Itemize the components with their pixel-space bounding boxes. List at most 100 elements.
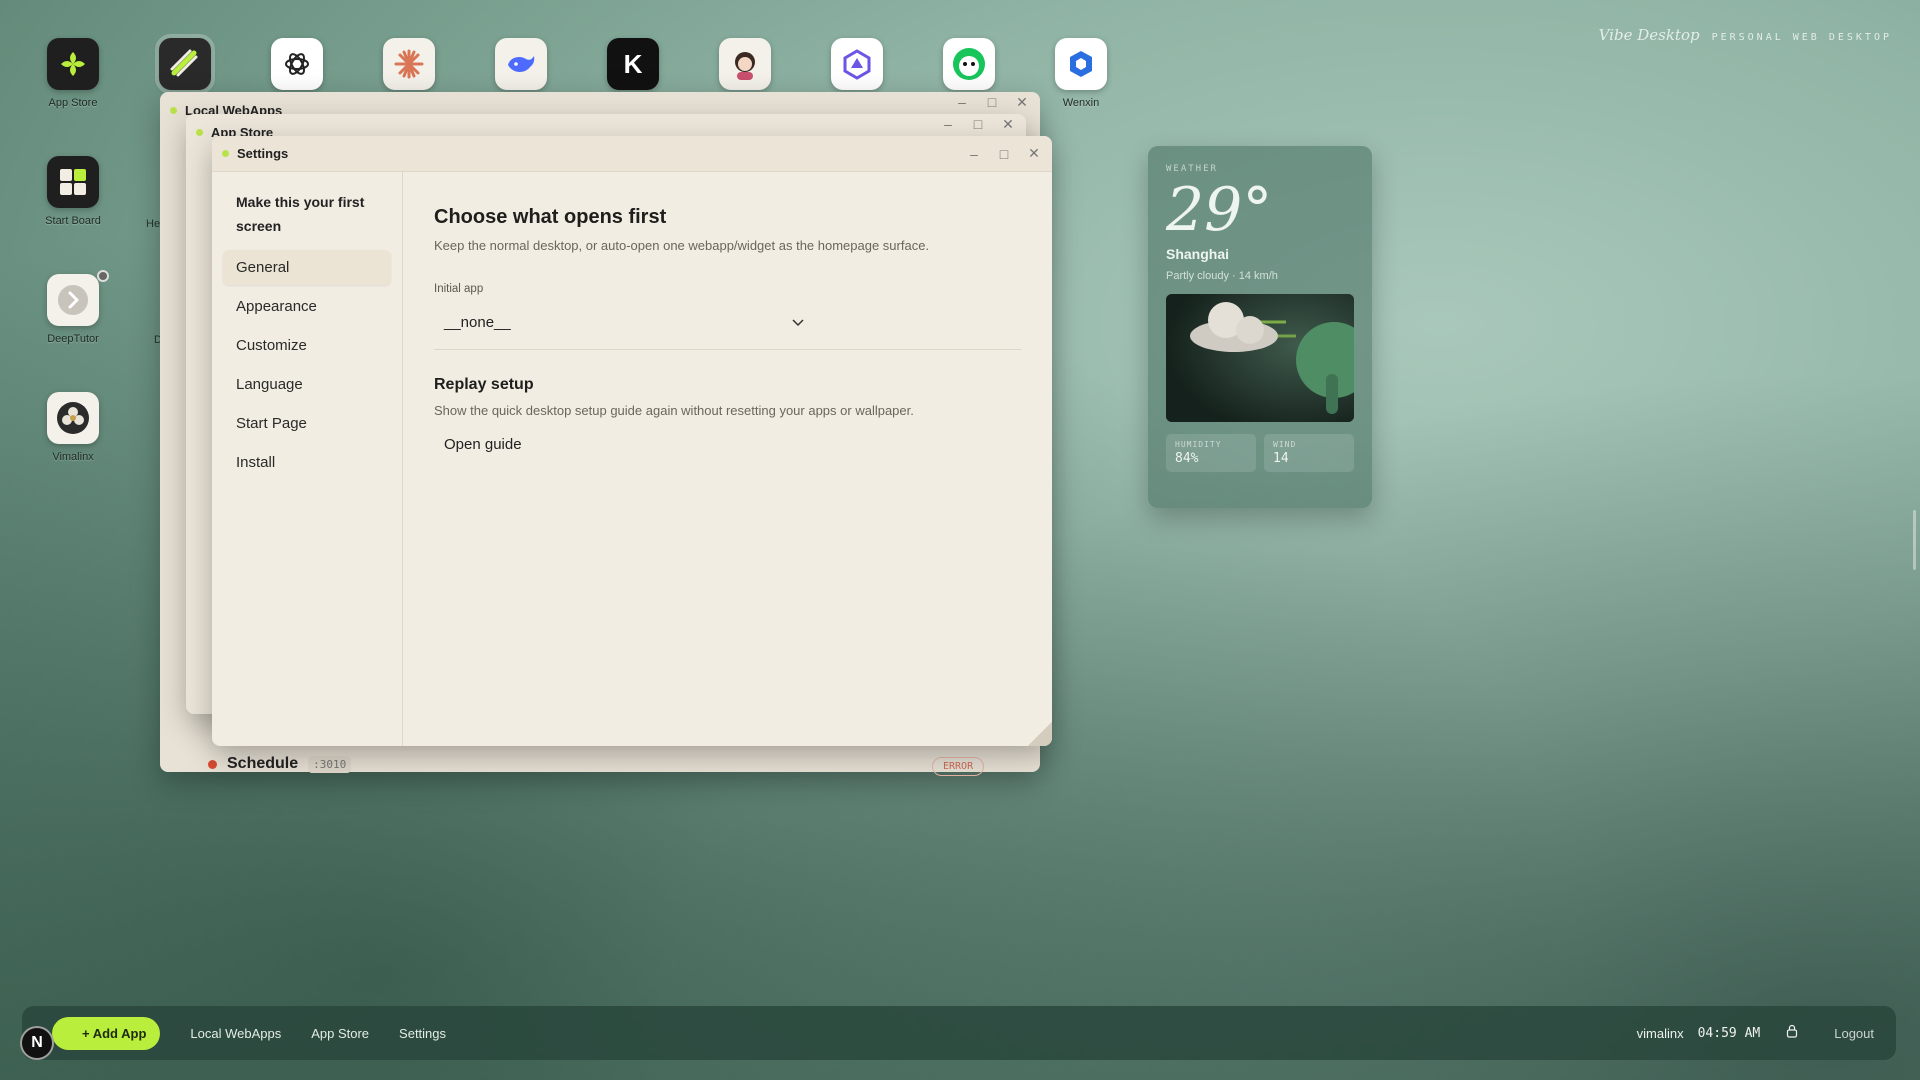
deeptutor-icon <box>47 274 99 326</box>
brand-name: Vibe Desktop <box>1598 26 1700 44</box>
webapp-row-schedule[interactable]: Schedule :3010 <box>208 755 352 773</box>
nav-language[interactable]: Language <box>223 367 391 402</box>
logout-button[interactable]: Logout <box>1834 1026 1874 1041</box>
desktop-icon-deepseek[interactable] <box>476 38 566 90</box>
window-settings[interactable]: Settings – □ ✕ Make this your first scre… <box>212 136 1052 746</box>
taskbar-item-app-store[interactable]: App Store <box>311 1026 369 1041</box>
status-dot <box>170 106 177 114</box>
desktop-icon-linker[interactable] <box>140 34 230 94</box>
desktop-icon-label: Start Board <box>45 215 101 227</box>
error-status-dot <box>208 759 217 769</box>
add-app-button[interactable]: + Add App <box>52 1016 161 1050</box>
wind-value: 14 <box>1273 451 1289 466</box>
partial-icon-label: He <box>146 218 161 230</box>
initial-app-select[interactable]: __none__ <box>434 305 814 339</box>
status-dot <box>196 128 203 136</box>
desktop-icon-claude[interactable] <box>364 38 454 90</box>
claude-icon <box>383 38 435 90</box>
close-icon[interactable]: ✕ <box>1012 92 1032 112</box>
weather-condition: Partly cloudy · 14 km/h <box>1166 270 1278 282</box>
divider <box>434 349 1021 350</box>
humidity-label: HUMIDITY <box>1175 440 1222 449</box>
window-titlebar[interactable]: Settings – □ ✕ <box>212 136 1052 172</box>
open-guide-button[interactable]: Open guide <box>434 430 532 459</box>
taskbar-item-local-webapps[interactable]: Local WebApps <box>190 1026 281 1041</box>
nav-install[interactable]: Install <box>223 445 391 480</box>
vimalinx-icon <box>47 392 99 444</box>
desktop-icon-vimalinx[interactable]: Vimalinx <box>28 392 118 463</box>
weather-widget[interactable]: WEATHER 29° Shanghai Partly cloudy · 14 … <box>1148 146 1372 508</box>
sidebar-heading: Make this your first screen <box>236 194 365 234</box>
close-icon[interactable]: ✕ <box>998 114 1018 134</box>
desktop-icon-wenxin[interactable]: Wenxin <box>1036 38 1126 109</box>
start-board-icon <box>47 156 99 208</box>
lock-icon[interactable] <box>1786 1024 1798 1043</box>
scrollbar[interactable] <box>1913 510 1916 570</box>
status-badge: ERROR <box>932 757 985 776</box>
desktop-icon-label: Vimalinx <box>52 451 94 463</box>
section-heading: Choose what opens first <box>434 206 667 228</box>
maximize-icon[interactable]: □ <box>982 92 1002 112</box>
link-icon <box>155 34 215 94</box>
username: vimalinx <box>1636 1025 1684 1041</box>
system-tray: vimalinx 04:59 AM Logout <box>1637 1024 1884 1043</box>
replay-heading: Replay setup <box>434 376 534 393</box>
desktop-icon-deeptutor[interactable]: DeepTutor <box>28 270 118 345</box>
window-title: Settings <box>237 146 289 161</box>
brand: Vibe Desktop PERSONAL WEB DESKTOP <box>1599 26 1892 44</box>
desktop-icon-label: App Store <box>48 97 98 109</box>
chatgpt-icon <box>271 38 323 90</box>
section-description: Keep the normal desktop, or auto-open on… <box>434 238 930 253</box>
select-value: __none__ <box>444 313 511 331</box>
taskbar-item-settings[interactable]: Settings <box>399 1026 446 1041</box>
settings-content: Choose what opens first Keep the normal … <box>403 172 1052 746</box>
desktop-icon-label: Wenxin <box>1062 97 1100 109</box>
replay-description: Show the quick desktop setup guide again… <box>434 403 914 418</box>
deepseek-whale-icon <box>495 38 547 90</box>
maximize-icon[interactable]: □ <box>968 114 988 134</box>
clock: 04:59 AM <box>1697 1025 1761 1041</box>
nav-customize[interactable]: Customize <box>223 328 391 363</box>
nav-general[interactable]: General <box>223 250 391 285</box>
desktop-icon-chatgpt[interactable] <box>252 38 342 90</box>
settings-sidebar: Make this your first screen General Appe… <box>212 172 403 746</box>
webapp-port: :3010 <box>308 755 352 773</box>
desktop-icon-start-board[interactable]: Start Board <box>28 156 118 227</box>
field-label: Initial app <box>434 283 484 295</box>
weather-illustration <box>1166 294 1354 422</box>
webapp-name: Schedule <box>227 755 299 772</box>
weather-temperature: 29° <box>1166 175 1273 245</box>
brand-tagline: PERSONAL WEB DESKTOP <box>1711 32 1892 43</box>
resize-handle[interactable] <box>1028 722 1052 746</box>
weather-label: WEATHER <box>1166 164 1218 174</box>
app-store-icon <box>47 38 99 90</box>
taskbar: + Add App Local WebApps App Store Settin… <box>22 1006 1896 1060</box>
desktop-icon-qwen[interactable] <box>812 38 902 90</box>
user-avatar[interactable]: N <box>20 1026 54 1060</box>
wind-stat: WIND 14 <box>1264 434 1354 472</box>
green-face-icon <box>943 38 995 90</box>
chevron-down-icon <box>792 314 804 331</box>
wenxin-icon <box>1055 38 1107 90</box>
avatar-girl-icon <box>719 38 771 90</box>
humidity-value: 84% <box>1175 451 1199 466</box>
desktop-icon-kimi[interactable]: K <box>588 38 678 90</box>
maximize-icon[interactable]: □ <box>994 144 1014 164</box>
desktop-icon-green-app[interactable] <box>924 38 1014 90</box>
close-icon[interactable]: ✕ <box>1024 144 1044 164</box>
minimize-icon[interactable]: – <box>938 114 958 134</box>
desktop-icon-avatar-app[interactable] <box>700 38 790 90</box>
status-dot <box>222 150 229 157</box>
kimi-icon: K <box>607 38 659 90</box>
notification-dot <box>97 270 109 282</box>
minimize-icon[interactable]: – <box>964 144 984 164</box>
minimize-icon[interactable]: – <box>952 92 972 112</box>
desktop-icon-label: DeepTutor <box>47 333 99 345</box>
wind-label: WIND <box>1273 440 1297 449</box>
nav-appearance[interactable]: Appearance <box>223 289 391 324</box>
humidity-stat: HUMIDITY 84% <box>1166 434 1256 472</box>
qwen-icon <box>831 38 883 90</box>
weather-city: Shanghai <box>1166 246 1230 262</box>
nav-start-page[interactable]: Start Page <box>223 406 391 441</box>
desktop-icon-app-store[interactable]: App Store <box>28 38 118 109</box>
